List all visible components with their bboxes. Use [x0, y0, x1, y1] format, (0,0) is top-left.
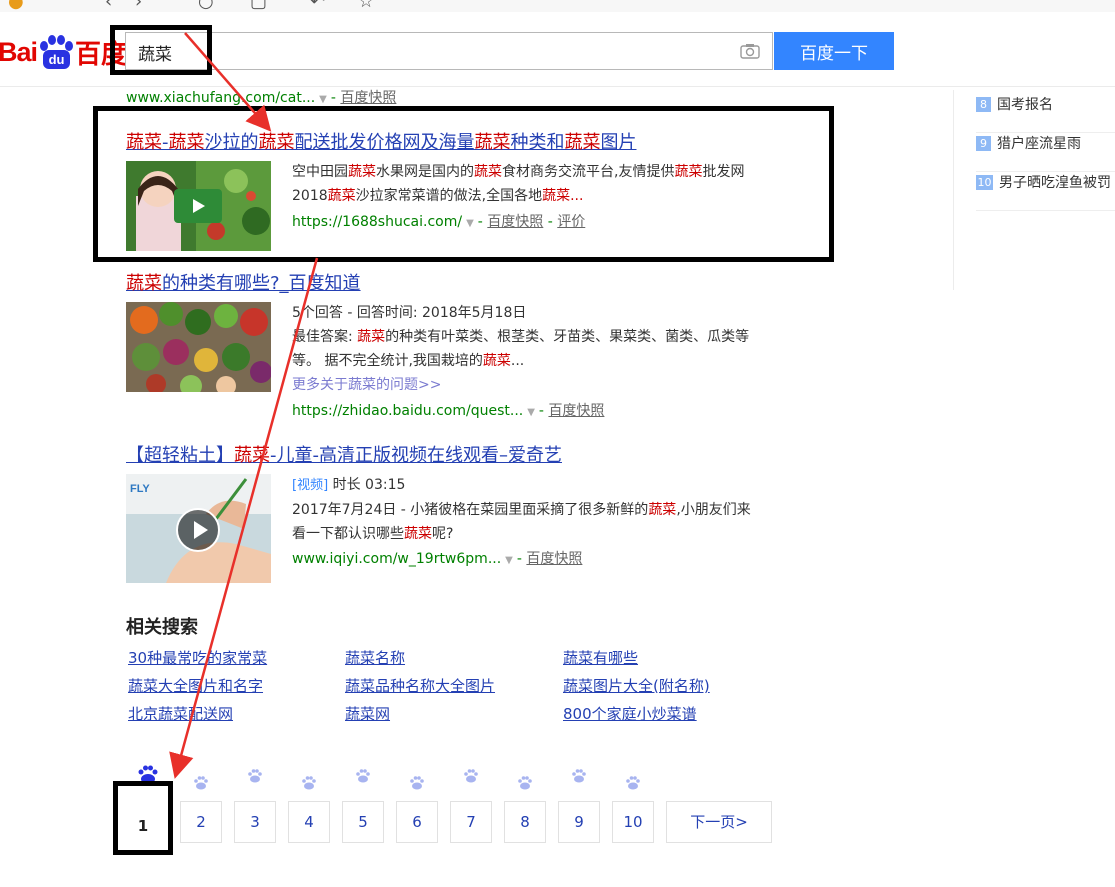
dropdown-arrow-icon[interactable]: ▼	[505, 555, 513, 566]
forward-icon[interactable]: ›	[135, 0, 142, 12]
result-3-kuaizhao-link[interactable]: 百度快照	[526, 551, 582, 567]
next-page-button[interactable]: 下一页>	[666, 801, 772, 843]
hot-item-9[interactable]: 9 猎户座流星雨	[976, 133, 1115, 172]
page-link-4[interactable]: 4	[288, 801, 330, 843]
page-paw-icon	[410, 776, 424, 790]
refresh-icon[interactable]: ○	[198, 0, 214, 12]
result-2-more-link[interactable]: 更多关于蔬菜的问题>>	[292, 377, 441, 393]
page-link-7[interactable]: 7	[450, 801, 492, 843]
result-3-url[interactable]: www.iqiyi.com/w_19rtw6pm...	[292, 551, 501, 567]
page-link-2[interactable]: 2	[180, 801, 222, 843]
video-tag: [视频]	[292, 478, 329, 493]
page-paw-icon	[248, 769, 262, 783]
page-link-6[interactable]: 6	[396, 801, 438, 843]
annotation-box-search	[110, 25, 212, 75]
vegetables-image	[126, 302, 271, 392]
page-paw-icon	[194, 776, 208, 790]
page-link-5[interactable]: 5	[342, 801, 384, 843]
star-icon[interactable]: ☆	[358, 0, 374, 12]
page-link-3[interactable]: 3	[234, 801, 276, 843]
logo-du-text: du	[43, 50, 71, 69]
logo-bai-text: Bai	[0, 36, 38, 67]
fly-logo: FLY	[130, 483, 150, 495]
page-link-8[interactable]: 8	[504, 801, 546, 843]
search-input[interactable]	[136, 33, 720, 71]
result-0-kuaizhao-link[interactable]: 百度快照	[340, 90, 396, 106]
page-link-9[interactable]: 9	[558, 801, 600, 843]
page-paw-icon	[572, 769, 586, 783]
page-paw-icon	[626, 776, 640, 790]
result-0-url[interactable]: www.xiachufang.com/cat...	[126, 90, 315, 106]
dropdown-arrow-icon[interactable]: ▼	[319, 94, 327, 105]
related-link[interactable]: 蔬菜名称	[345, 647, 405, 668]
page-paw-icon	[302, 776, 316, 790]
result-2-thumbnail[interactable]	[126, 302, 271, 392]
play-icon[interactable]	[176, 508, 220, 552]
camera-icon[interactable]	[740, 43, 760, 59]
related-link[interactable]: 30种最常吃的家常菜	[128, 647, 267, 668]
result-0-url-line: www.xiachufang.com/cat... ▼ - 百度快照	[126, 90, 397, 106]
result-3-title[interactable]: 【超轻粘土】蔬菜-儿童-高清正版视频在线观看–爱奇艺	[126, 441, 562, 467]
home-icon[interactable]: ▢	[250, 0, 267, 12]
back-icon[interactable]: ‹	[105, 0, 112, 12]
hot-item-10[interactable]: 10 男子晒吃湟鱼被罚	[976, 172, 1115, 211]
result-3-snippet: [视频] 时长 03:15 2017年7月24日 - 小猪彼格在菜园里面采摘了很…	[292, 477, 751, 542]
annotation-box-result	[93, 106, 834, 262]
page-paw-icon	[518, 776, 532, 790]
related-link[interactable]: 蔬菜大全图片和名字	[128, 675, 263, 696]
browser-logo-icon: ●	[8, 0, 24, 12]
undo-icon[interactable]: ↶	[310, 0, 325, 12]
hot-search-sidebar: 8 国考报名 9 猎户座流星雨 10 男子晒吃湟鱼被罚	[953, 90, 1115, 290]
related-link[interactable]: 800个家庭小炒菜谱	[563, 703, 697, 724]
baidu-paw-icon: du	[38, 35, 74, 69]
page-link-10[interactable]: 10	[612, 801, 654, 843]
page-paw-icon	[356, 769, 370, 783]
page-paw-icon	[464, 769, 478, 783]
result-3-url-line: www.iqiyi.com/w_19rtw6pm... ▼ - 百度快照	[292, 551, 583, 567]
result-2-url-line: https://zhidao.baidu.com/quest... ▼ - 百度快照	[292, 403, 605, 419]
related-link[interactable]: 蔬菜有哪些	[563, 647, 638, 668]
related-searches-title: 相关搜索	[126, 617, 198, 638]
hot-item-8[interactable]: 8 国考报名	[976, 94, 1115, 133]
result-2-title[interactable]: 蔬菜的种类有哪些?_百度知道	[126, 269, 361, 295]
page-current: 1	[113, 781, 173, 855]
result-2-snippet: 5个回答 - 回答时间: 2018年5月18日 最佳答案: 蔬菜的种类有叶菜类、…	[292, 301, 762, 397]
related-link[interactable]: 蔬菜网	[345, 703, 390, 724]
baidu-logo[interactable]: Bai du 百度	[0, 32, 127, 72]
search-box	[125, 32, 773, 71]
related-link[interactable]: 蔬菜图片大全(附名称)	[563, 675, 710, 696]
result-2-meta: 5个回答 - 回答时间: 2018年5月18日	[292, 305, 527, 321]
result-3-video-thumbnail[interactable]: FLY	[126, 474, 271, 583]
dropdown-arrow-icon[interactable]: ▼	[527, 407, 535, 418]
result-2-kuaizhao-link[interactable]: 百度快照	[548, 403, 604, 419]
related-link[interactable]: 蔬菜品种名称大全图片	[345, 675, 495, 696]
search-button[interactable]: 百度一下	[774, 32, 894, 70]
result-2-url[interactable]: https://zhidao.baidu.com/quest...	[292, 403, 523, 419]
related-link[interactable]: 北京蔬菜配送网	[128, 703, 233, 724]
result-3-duration: 时长 03:15	[332, 477, 406, 493]
